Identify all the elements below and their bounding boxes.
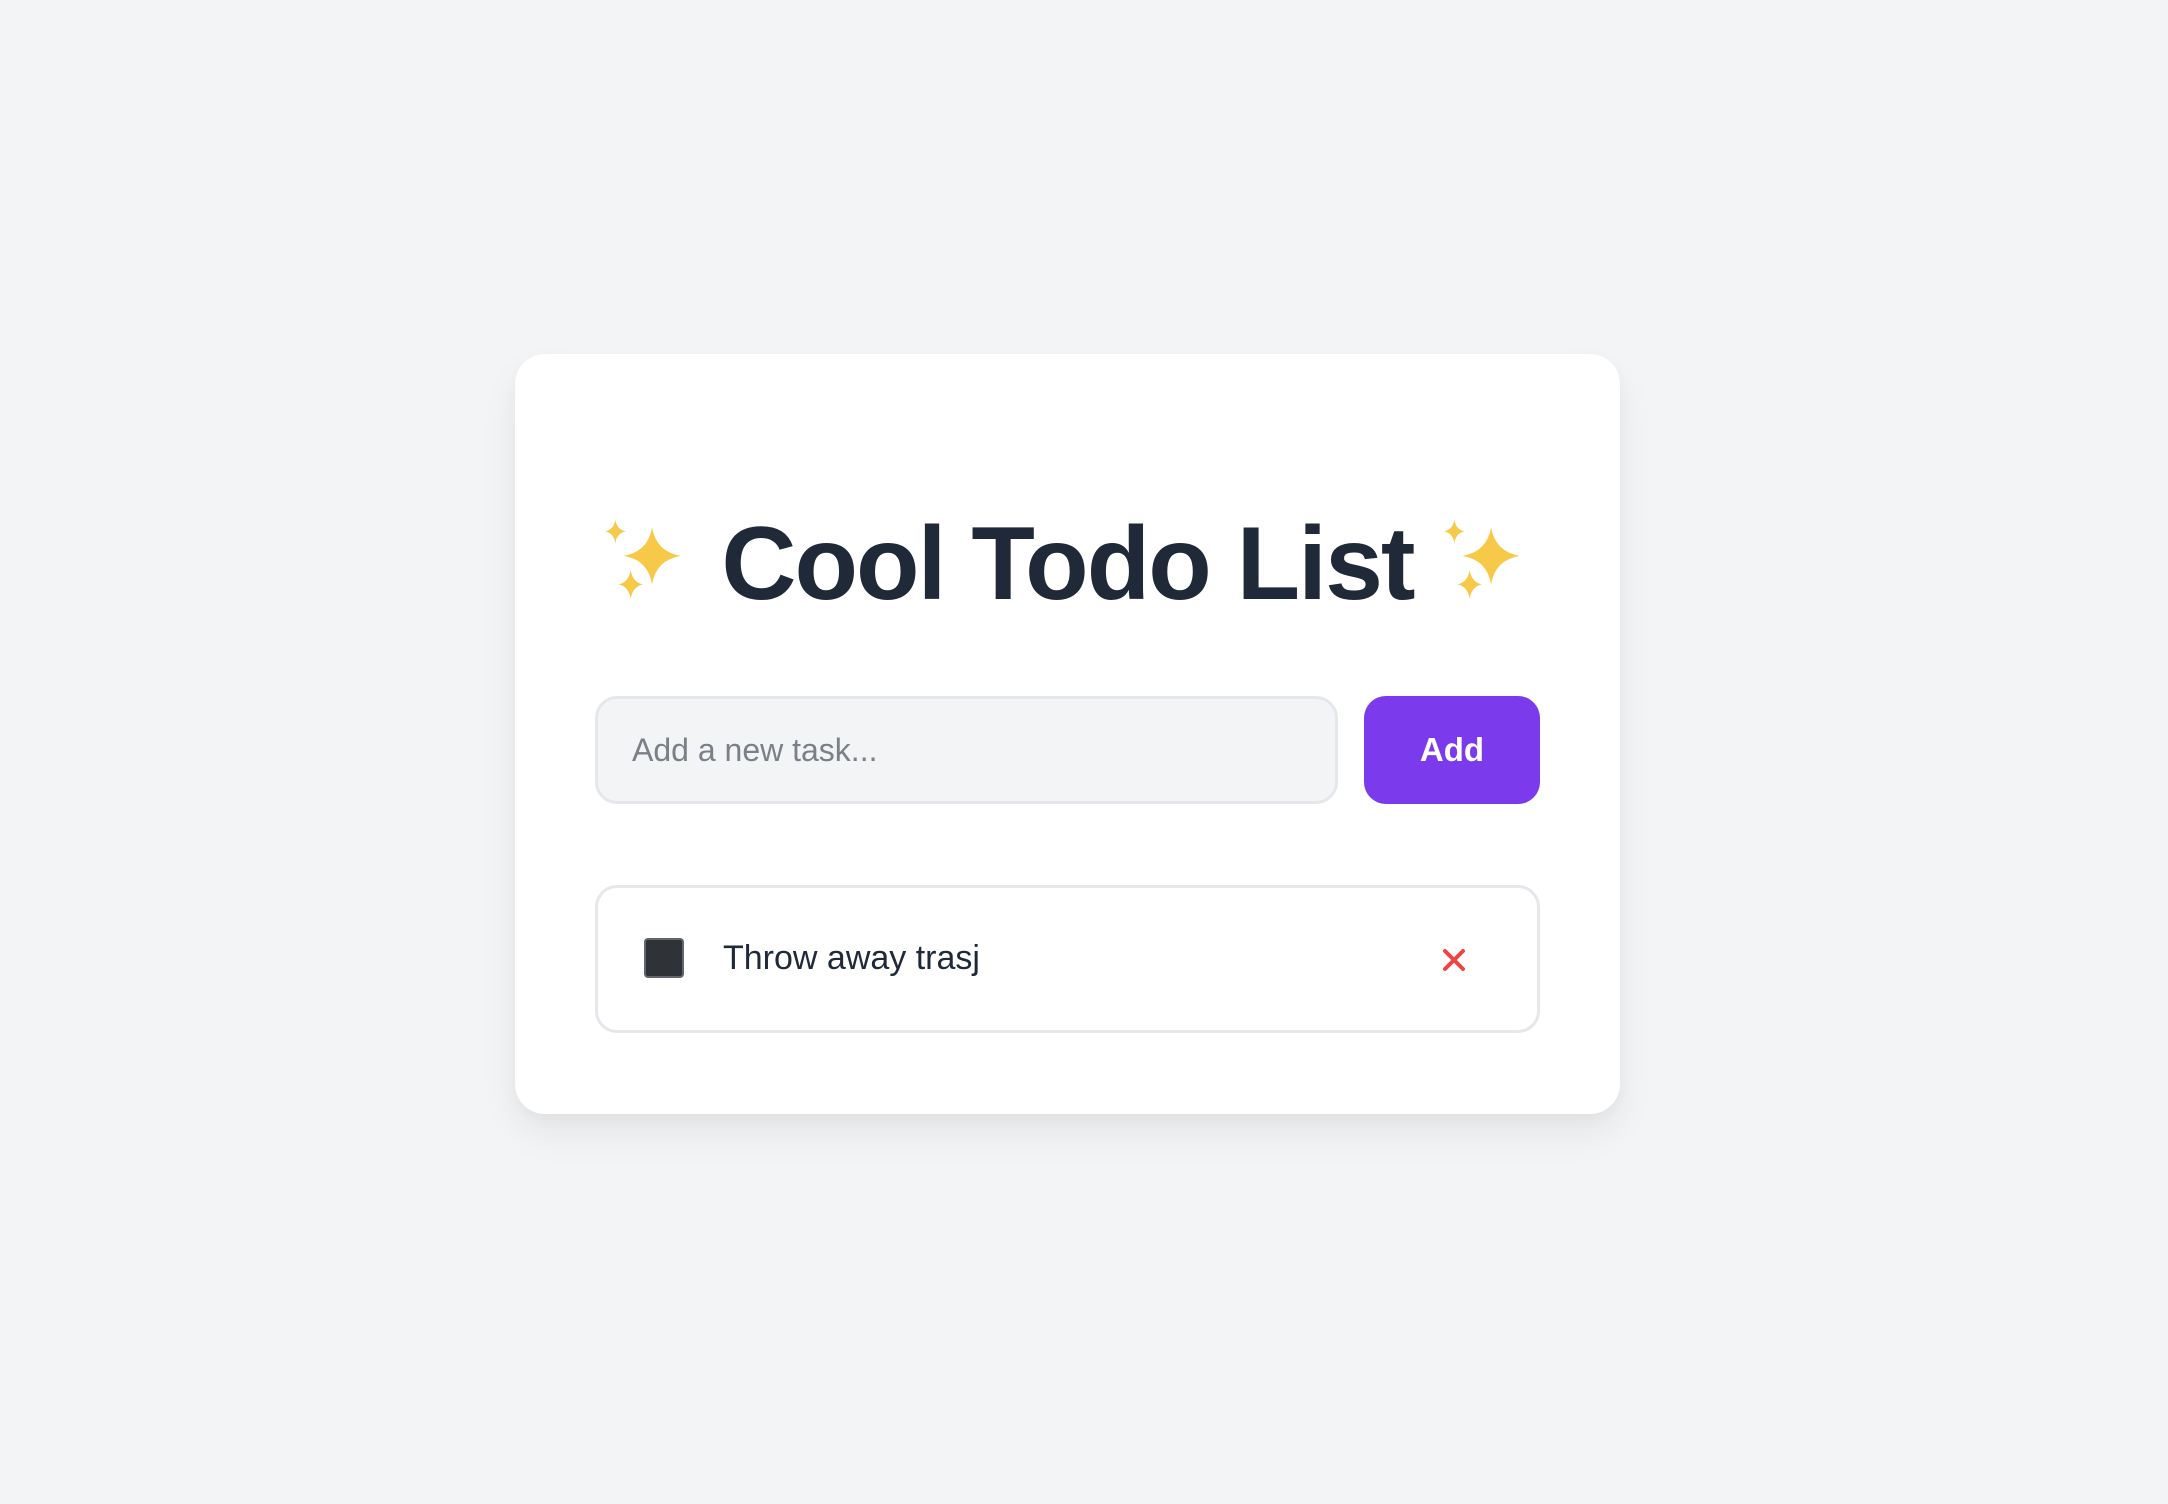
title-row: Cool Todo List bbox=[515, 504, 1620, 624]
todo-card: Cool Todo List Add Throw away trasj bbox=[515, 354, 1620, 1114]
sparkles-icon bbox=[605, 519, 682, 599]
todo-checkbox[interactable] bbox=[644, 938, 684, 978]
close-icon bbox=[1443, 949, 1465, 971]
todo-item: Throw away trasj bbox=[595, 885, 1540, 1033]
new-task-input[interactable] bbox=[595, 696, 1338, 804]
delete-todo-button[interactable] bbox=[1428, 934, 1480, 986]
page: Cool Todo List Add Throw away trasj bbox=[0, 0, 2168, 1504]
page-title: Cool Todo List bbox=[721, 506, 1415, 622]
todo-list: Throw away trasj bbox=[595, 885, 1540, 1033]
todo-text: Throw away trasj bbox=[723, 939, 980, 977]
sparkles-icon bbox=[1443, 519, 1520, 599]
add-task-button[interactable]: Add bbox=[1364, 696, 1540, 804]
new-task-form: Add bbox=[595, 696, 1540, 804]
